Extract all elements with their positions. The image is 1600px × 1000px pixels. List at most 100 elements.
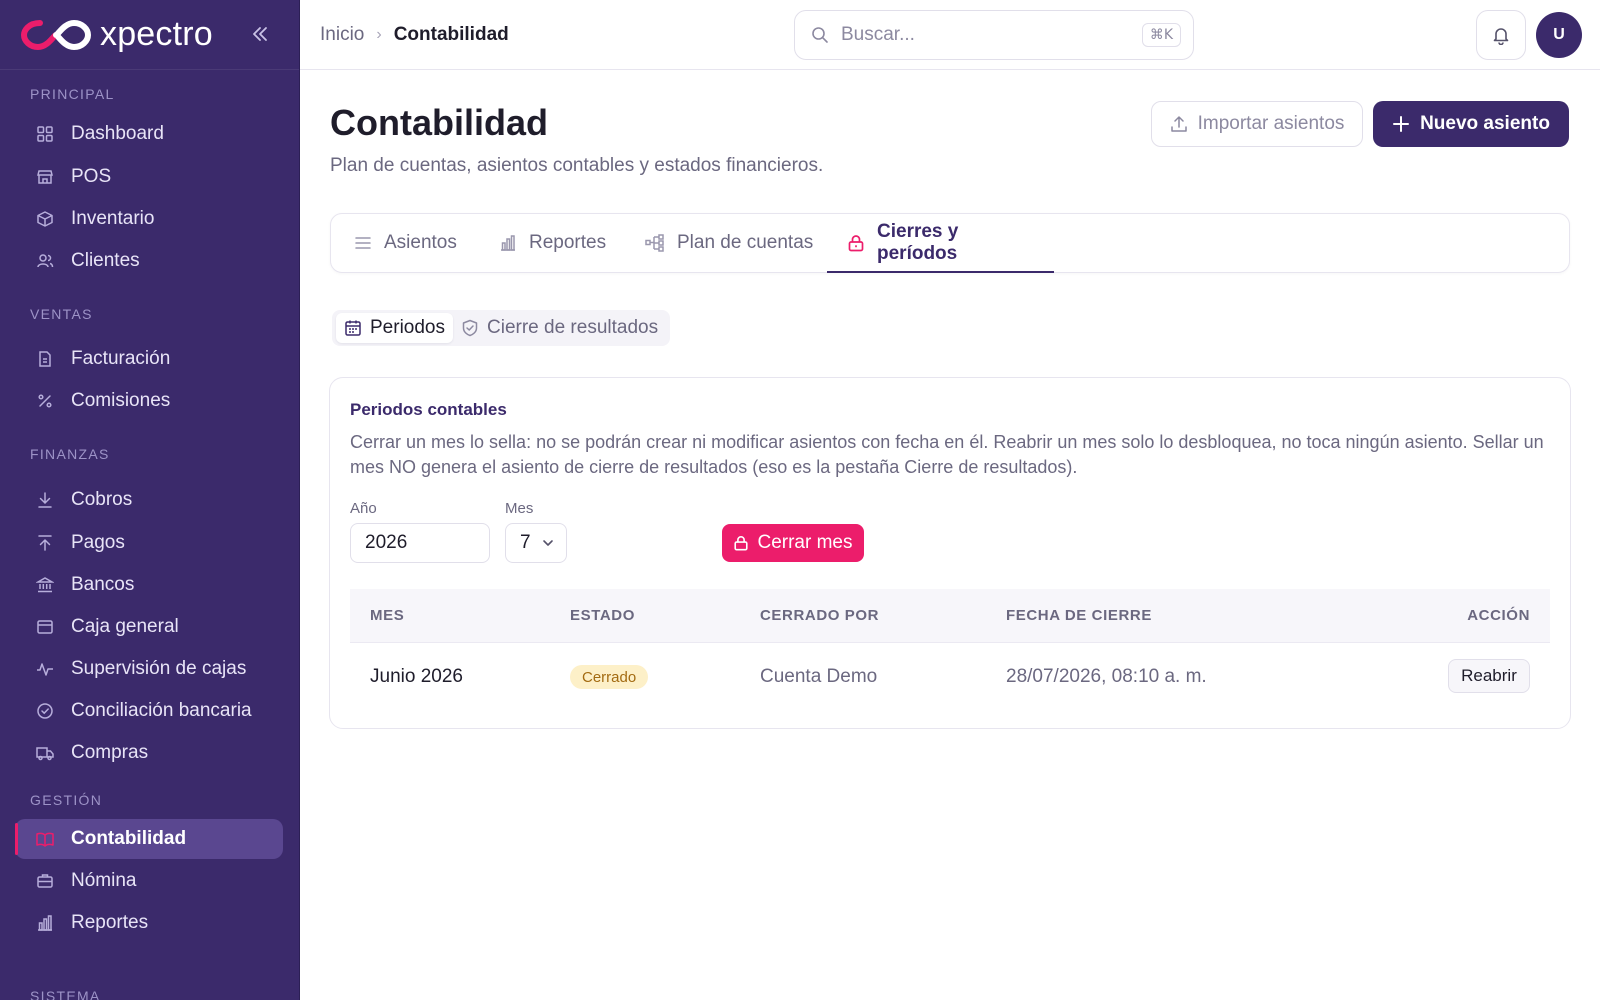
upload-icon: [1170, 116, 1187, 132]
new-entry-button[interactable]: Nuevo asiento: [1373, 101, 1569, 147]
nav-section-gestion: GESTIÓN: [30, 792, 103, 808]
chevron-right-icon: ›: [376, 26, 382, 43]
sidebar-item-contabilidad[interactable]: Contabilidad: [15, 819, 283, 859]
check-circle-icon: [35, 701, 55, 721]
list-icon: [354, 234, 372, 252]
nav-section-principal: PRINCIPAL: [30, 86, 115, 102]
sidebar-item-label: Bancos: [71, 574, 135, 595]
briefcase-icon: [35, 871, 55, 891]
nav-section-finanzas: FINANZAS: [30, 446, 110, 462]
cell-closed-by: Cuenta Demo: [760, 666, 878, 687]
document-icon: [35, 349, 55, 369]
reopen-button[interactable]: Reabrir: [1448, 659, 1530, 693]
sidebar-item-label: Reportes: [71, 912, 149, 933]
tab-label: Asientos: [384, 232, 457, 253]
search-input[interactable]: [841, 24, 1121, 46]
cash-box-icon: [35, 617, 55, 637]
breadcrumb: Inicio › Contabilidad: [320, 24, 509, 46]
cell-closed-at: 28/07/2026, 08:10 a. m.: [1006, 666, 1207, 687]
close-month-button[interactable]: Cerrar mes: [722, 524, 864, 562]
topbar: Inicio › Contabilidad ⌘K U: [300, 0, 1600, 70]
sidebar-item-label: Inventario: [71, 208, 155, 229]
month-select[interactable]: 7: [505, 523, 567, 563]
calendar-icon: [344, 319, 362, 337]
user-avatar[interactable]: U: [1536, 12, 1582, 58]
new-entry-label: Nuevo asiento: [1420, 113, 1550, 134]
search-box[interactable]: ⌘K: [794, 10, 1194, 60]
brand: xpectro: [0, 0, 299, 70]
breadcrumb-home-link[interactable]: Inicio: [320, 24, 364, 46]
sidebar-item-supervision-cajas[interactable]: Supervisión de cajas: [15, 649, 283, 689]
sidebar-item-conciliacion[interactable]: Conciliación bancaria: [15, 691, 283, 731]
sidebar-item-label: Comisiones: [71, 390, 171, 411]
sidebar-item-label: Clientes: [71, 250, 140, 271]
sidebar-item-pos[interactable]: POS: [15, 157, 283, 197]
month-select-value: 7: [520, 532, 531, 553]
tab-label: Plan de cuentas: [677, 232, 814, 253]
sidebar-item-pagos[interactable]: Pagos: [15, 523, 283, 563]
percent-icon: [35, 391, 55, 411]
sidebar-item-reportes[interactable]: Reportes: [15, 903, 283, 943]
search-icon: [812, 27, 828, 43]
sidebar-item-facturacion[interactable]: Facturación: [15, 339, 283, 379]
periods-table: MES ESTADO CERRADO POR FECHA DE CIERRE A…: [350, 589, 1550, 711]
close-month-label: Cerrar mes: [757, 532, 853, 553]
subtab-cierre-de-resultados[interactable]: Cierre de resultados: [453, 313, 666, 343]
card-title: Periodos contables: [350, 400, 507, 419]
plus-icon: [1393, 116, 1410, 132]
column-header-closed-by: CERRADO POR: [760, 607, 880, 624]
year-label: Año: [350, 500, 377, 517]
sidebar-item-cobros[interactable]: Cobros: [15, 480, 283, 520]
box-icon: [35, 209, 55, 229]
grid-icon: [35, 124, 55, 144]
brand-name: xpectro: [100, 15, 213, 53]
page-subtitle: Plan de cuentas, asientos contables y es…: [330, 155, 824, 176]
tab-cierres-y-periodos[interactable]: Cierres y períodos: [827, 214, 1054, 273]
notifications-button[interactable]: [1476, 10, 1526, 60]
arrow-up-icon: [35, 533, 55, 553]
import-entries-label: Importar asientos: [1197, 113, 1345, 134]
users-icon: [35, 251, 55, 271]
sidebar-item-label: Facturación: [71, 348, 171, 369]
sidebar-item-bancos[interactable]: Bancos: [15, 565, 283, 605]
accounting-periods-card: Periodos contables Cerrar un mes lo sell…: [329, 377, 1571, 729]
accounting-tabs: Asientos Reportes Plan de cuentas Cierre…: [330, 213, 1570, 273]
month-label: Mes: [505, 500, 534, 517]
collapse-sidebar-button[interactable]: [247, 20, 273, 48]
tab-reportes[interactable]: Reportes: [479, 214, 626, 272]
tab-label: Cierres y períodos: [877, 221, 959, 264]
sidebar-item-label: Compras: [71, 742, 149, 763]
column-header-closed-at: FECHA DE CIERRE: [1006, 607, 1152, 624]
sidebar-item-compras[interactable]: Compras: [15, 733, 283, 773]
sidebar-item-label: Caja general: [71, 616, 179, 637]
sidebar-item-label: Cobros: [71, 489, 133, 510]
sidebar-item-clientes[interactable]: Clientes: [15, 241, 283, 281]
bar-chart-icon: [499, 234, 517, 252]
sidebar-item-inventario[interactable]: Inventario: [15, 199, 283, 239]
sidebar-item-caja-general[interactable]: Caja general: [15, 607, 283, 647]
tab-plan-de-cuentas[interactable]: Plan de cuentas: [625, 214, 833, 272]
sidebar-item-label: Conciliación bancaria: [71, 700, 252, 721]
hierarchy-icon: [645, 234, 665, 252]
shield-check-icon: [461, 319, 479, 337]
activity-icon: [35, 659, 55, 679]
periods-subtabs: Periodos Cierre de resultados: [332, 310, 671, 346]
sidebar-item-dashboard[interactable]: Dashboard: [15, 114, 283, 154]
tab-asientos[interactable]: Asientos: [334, 214, 477, 272]
table-header: MES ESTADO CERRADO POR FECHA DE CIERRE A…: [350, 589, 1550, 643]
table-row: Junio 2026 Cerrado Cuenta Demo 28/07/202…: [350, 643, 1550, 711]
bar-chart-icon: [35, 913, 55, 933]
search-shortcut-hint: ⌘K: [1141, 23, 1181, 47]
year-input[interactable]: [350, 523, 490, 563]
tab-label: Reportes: [529, 232, 607, 253]
subtab-periodos[interactable]: Periodos: [336, 313, 453, 343]
bank-icon: [35, 575, 55, 595]
truck-icon: [35, 743, 55, 763]
sidebar-item-label: Supervisión de cajas: [71, 658, 247, 679]
subtab-label: Cierre de resultados: [487, 317, 659, 338]
sidebar-item-comisiones[interactable]: Comisiones: [15, 381, 283, 421]
sidebar-item-nomina[interactable]: Nómina: [15, 861, 283, 901]
import-entries-button[interactable]: Importar asientos: [1151, 101, 1363, 147]
store-icon: [35, 167, 55, 187]
card-description: Cerrar un mes lo sella: no se podrán cre…: [350, 432, 1544, 477]
